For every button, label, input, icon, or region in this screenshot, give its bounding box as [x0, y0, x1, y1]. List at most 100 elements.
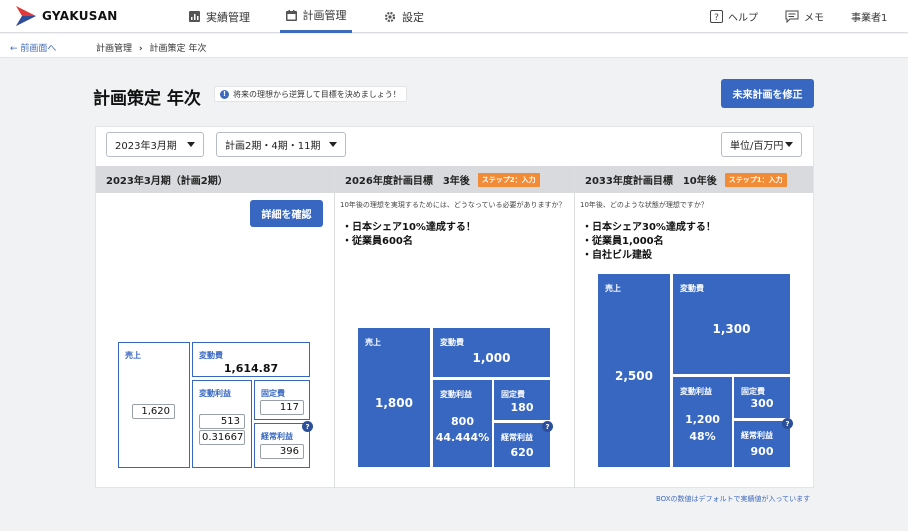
chevron-right-icon: ›	[138, 44, 143, 54]
goal-item: ・日本シェア30%達成する！	[582, 222, 716, 233]
user-name[interactable]: 事業者1	[851, 0, 887, 33]
nav-results[interactable]: 実績管理	[189, 0, 250, 33]
goal-item: ・自社ビル建設	[582, 250, 652, 261]
breadcrumb-current: 計画策定 年次	[149, 44, 207, 54]
fixed-cost-block[interactable]: 固定費 300	[734, 377, 790, 418]
column-header-3y-label: 2026年度計画目標 3年後	[345, 176, 470, 187]
fixed-cost-label: 固定費	[741, 387, 765, 396]
fixed-cost-box: 固定費 117	[254, 380, 310, 420]
variable-profit-label: 変動利益	[680, 387, 712, 396]
ordinary-profit-label: 経常利益	[741, 431, 773, 440]
gear-icon	[384, 11, 396, 22]
help-link[interactable]: ? ヘルプ	[710, 0, 758, 33]
variable-cost-value: 1,614.87	[223, 362, 279, 375]
variable-cost-block[interactable]: 変動費 1,300	[673, 274, 790, 374]
info-icon: !	[220, 89, 229, 99]
top-header: GYAKUSAN 実績管理 計画管理 設定 ? ヘルプ メモ 事業者1	[0, 0, 908, 33]
unit-select-value: 単位/百万円	[730, 141, 784, 152]
variable-cost-value: 1,000	[472, 351, 511, 365]
sales-box: 売上 1,620	[118, 342, 190, 468]
sales-value: 2,500	[615, 369, 653, 383]
variable-cost-label: 変動費	[680, 284, 704, 293]
variable-profit-label: 変動利益	[440, 390, 472, 399]
fixed-cost-label: 固定費	[501, 390, 525, 399]
goal-item: ・従業員1,000名	[582, 236, 664, 247]
nav-settings[interactable]: 設定	[384, 0, 424, 33]
back-link[interactable]: ← 前画面へ	[10, 41, 56, 54]
sales-block[interactable]: 売上 2,500	[598, 274, 670, 467]
variable-cost-label: 変動費	[199, 351, 223, 360]
sales-input[interactable]: 1,620	[132, 404, 175, 419]
variable-profit-value: 1,200	[685, 413, 720, 426]
column-divider	[334, 166, 335, 488]
breadcrumb: 計画管理 › 計画策定 年次	[96, 41, 206, 54]
variable-profit-block[interactable]: 変動利益 800 44.444%	[433, 380, 492, 467]
column-divider	[574, 166, 575, 488]
question-icon[interactable]: ?	[542, 421, 553, 432]
step-badge: ステップ2：入力	[477, 172, 540, 187]
nav-results-label: 実績管理	[206, 10, 250, 24]
ordinary-profit-input[interactable]: 396	[260, 444, 304, 459]
goal-list: ・日本シェア30%達成する！ ・従業員1,000名 ・自社ビル建設	[582, 221, 716, 263]
fix-future-plan-button[interactable]: 未来計画を修正	[721, 79, 814, 108]
memo-link[interactable]: メモ	[785, 0, 824, 33]
fixed-cost-value: 180	[510, 401, 534, 414]
variable-profit-rate: 48%	[689, 430, 716, 443]
memo-icon	[785, 10, 799, 23]
fixed-cost-block[interactable]: 固定費 180	[494, 380, 550, 420]
goal-question: 10年後の理想を実現するためには、どうなっている必要がありますか？	[340, 201, 566, 209]
caret-down-icon	[329, 142, 337, 147]
help-label: ヘルプ	[728, 13, 758, 24]
ordinary-profit-block[interactable]: 経常利益 620	[494, 423, 550, 467]
variable-profit-rate: 44.444%	[435, 431, 490, 444]
goal-item: ・従業員600名	[342, 236, 413, 247]
column-header-3y: 2026年度計画目標 3年後 ステップ2：入力	[335, 166, 574, 193]
question-icon[interactable]: ?	[782, 418, 793, 429]
plan-select[interactable]: 計画2期・4期・11期	[216, 132, 346, 157]
goal-item: ・日本シェア10%達成する！	[342, 222, 476, 233]
sales-block[interactable]: 売上 1,800	[358, 328, 430, 467]
back-link-label: 前画面へ	[20, 44, 57, 54]
hint-text: 将来の理想から逆算して目標を決めましょう！	[233, 89, 401, 99]
ordinary-profit-value: 620	[510, 446, 534, 459]
logo-text: GYAKUSAN	[42, 9, 118, 23]
ordinary-profit-label: 経常利益	[261, 432, 293, 441]
sales-label: 売上	[125, 351, 141, 360]
logo-mark-icon	[16, 6, 36, 26]
variable-cost-label: 変動費	[440, 338, 464, 347]
help-icon: ?	[710, 10, 723, 23]
hint-box: ! 将来の理想から逆算して目標を決めましょう！	[214, 86, 407, 102]
variable-cost-block[interactable]: 変動費 1,000	[433, 328, 550, 377]
variable-profit-block[interactable]: 変動利益 1,200 48%	[673, 377, 732, 467]
view-details-button[interactable]: 詳細を確認	[250, 200, 323, 227]
breadcrumb-bar: ← 前画面へ 計画管理 › 計画策定 年次	[0, 34, 908, 58]
nav-plan[interactable]: 計画管理	[280, 0, 352, 33]
step-badge: ステップ1：入力	[724, 172, 787, 187]
sales-label: 売上	[365, 338, 381, 347]
variable-profit-input[interactable]: 513	[199, 414, 245, 429]
caret-down-icon	[785, 142, 793, 147]
variable-profit-rate-input[interactable]: 0.316675	[199, 430, 245, 445]
breadcrumb-plan[interactable]: 計画管理	[96, 44, 132, 54]
svg-text:?: ?	[714, 13, 719, 23]
page-title: 計画策定 年次	[93, 89, 201, 109]
column-header-actual-label: 2023年3月期（計画2期）	[106, 176, 228, 187]
variable-profit-label: 変動利益	[199, 389, 231, 398]
goal-list: ・日本シェア10%達成する！ ・従業員600名	[342, 221, 476, 249]
ordinary-profit-value: 900	[750, 445, 774, 458]
period-select[interactable]: 2023年3月期	[106, 132, 204, 157]
sales-value: 1,800	[375, 396, 413, 410]
sales-label: 売上	[605, 284, 621, 293]
period-select-value: 2023年3月期	[115, 141, 177, 152]
fixed-cost-value: 300	[750, 397, 774, 410]
nav-plan-label: 計画管理	[302, 9, 347, 22]
variable-profit-box: 変動利益 513 0.316675	[192, 380, 252, 468]
ordinary-profit-block[interactable]: 経常利益 900	[734, 421, 790, 467]
variable-profit-value: 800	[451, 415, 474, 428]
unit-select[interactable]: 単位/百万円	[721, 132, 802, 157]
nav-settings-label: 設定	[402, 10, 424, 24]
caret-down-icon	[187, 142, 195, 147]
question-icon[interactable]: ?	[302, 421, 313, 432]
column-header-10y: 2033年度計画目標 10年後 ステップ1：入力	[575, 166, 813, 193]
fixed-cost-input[interactable]: 117	[260, 400, 304, 415]
